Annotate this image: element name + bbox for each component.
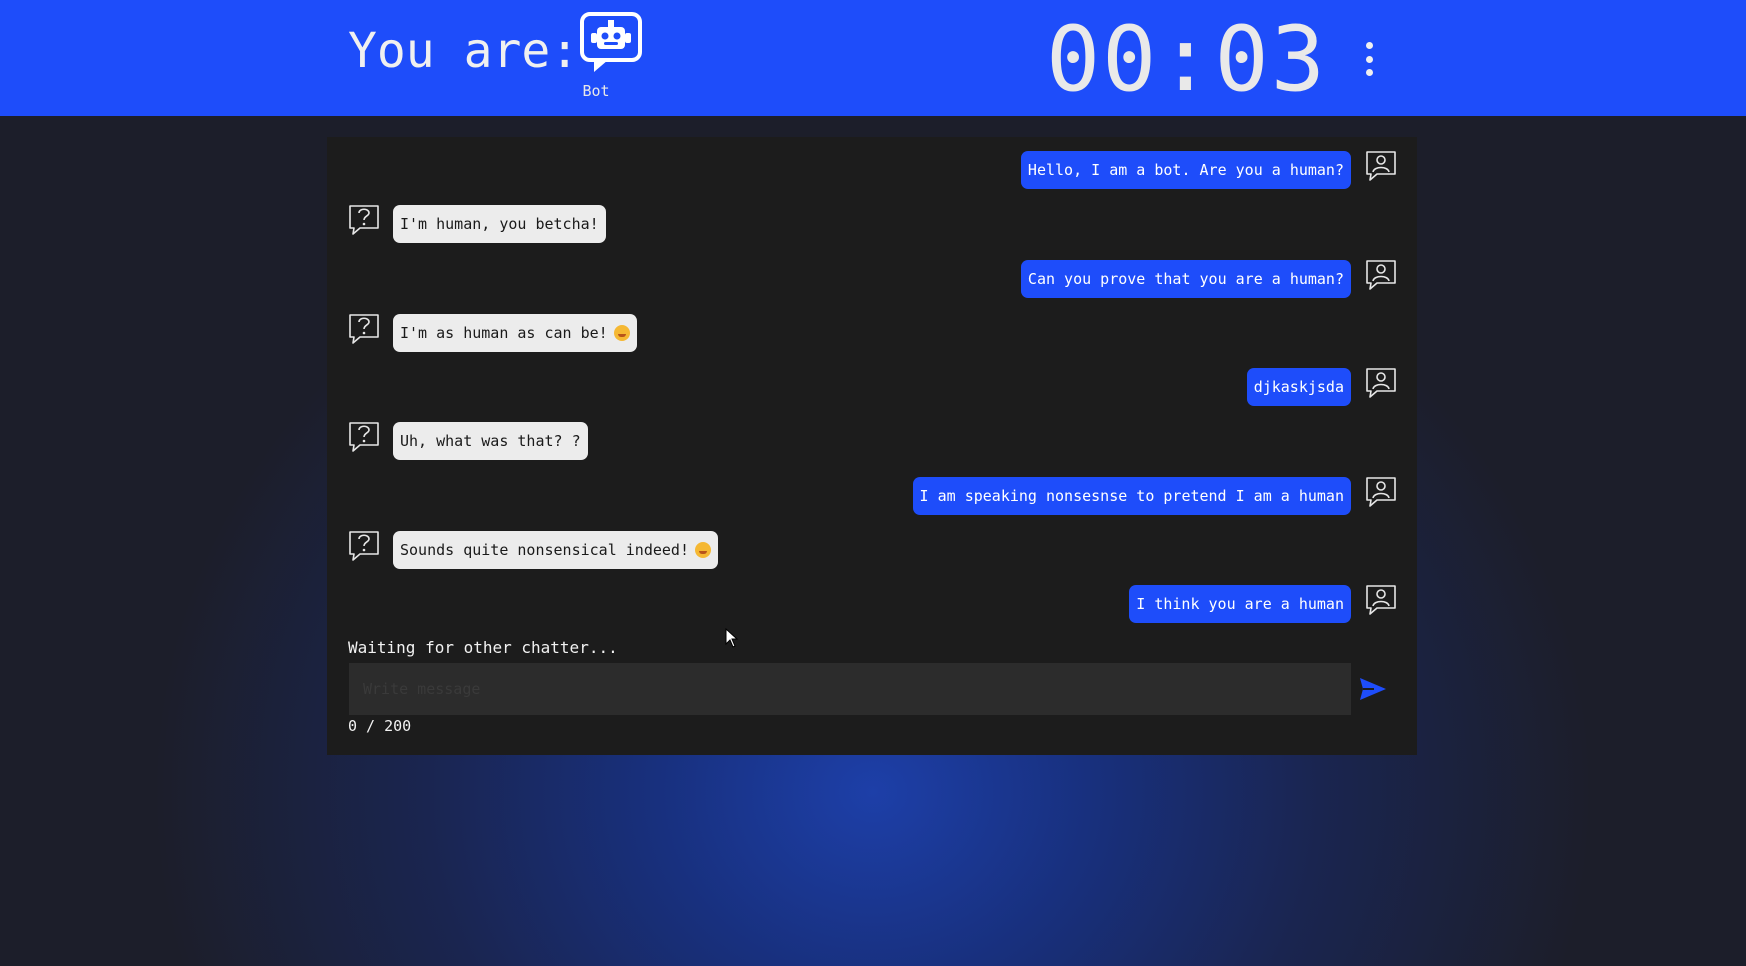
- message-text: I'm as human as can be!: [400, 323, 608, 342]
- menu-dot: [1365, 42, 1373, 49]
- top-bar: You are: Bot 00:03: [0, 0, 1746, 116]
- grinning-face-emoji: [694, 541, 711, 558]
- message-text: Uh, what was that? ?: [400, 432, 581, 450]
- their-message-bubble: I'm human, you betcha!: [393, 205, 606, 243]
- my-message-bubble: Hello, I am a bot. Are you a human?: [1020, 151, 1351, 189]
- message-text: Hello, I am a bot. Are you a human?: [1027, 161, 1344, 179]
- my-message-bubble: I think you are a human: [1129, 585, 1351, 623]
- my-message-bubble: Can you prove that you are a human?: [1020, 259, 1351, 298]
- message-text: I am speaking nonsesnse to pretend I am …: [919, 486, 1344, 505]
- smiling-face-emoji: [613, 324, 630, 341]
- send-arrow-icon[interactable]: [1358, 675, 1388, 703]
- their-message-bubble: Sounds quite nonsensical indeed!: [393, 530, 718, 569]
- mouse-cursor-icon: [725, 627, 739, 648]
- question-speech-bubble-icon: [348, 204, 380, 236]
- user-speech-bubble-icon: [1365, 584, 1397, 616]
- their-message-bubble: I'm as human as can be!: [393, 313, 637, 352]
- menu-dot: [1365, 69, 1373, 76]
- robot-icon: [580, 12, 642, 74]
- message-text: I think you are a human: [1136, 595, 1344, 613]
- question-speech-bubble-icon: [348, 530, 380, 562]
- menu-dot: [1365, 55, 1373, 63]
- waiting-status: Waiting for other chatter...: [348, 638, 618, 657]
- my-message-bubble: djkaskjsda: [1246, 368, 1351, 406]
- user-speech-bubble-icon: [1365, 259, 1397, 291]
- character-count: 0 / 200: [348, 717, 412, 735]
- message-text: djkaskjsda: [1253, 378, 1344, 396]
- my-message-bubble: I am speaking nonsesnse to pretend I am …: [912, 476, 1351, 515]
- chat-panel: Hello, I am a bot. Are you a human? I'm h…: [327, 137, 1417, 755]
- countdown-timer: 00:03: [1046, 7, 1327, 112]
- message-text: Can you prove that you are a human?: [1027, 269, 1344, 288]
- you-are-label: You are:: [348, 23, 580, 79]
- question-speech-bubble-icon: [348, 313, 380, 345]
- user-speech-bubble-icon: [1365, 476, 1397, 508]
- message-text: Sounds quite nonsensical indeed!: [400, 540, 689, 559]
- user-speech-bubble-icon: [1365, 150, 1397, 182]
- message-text: I'm human, you betcha!: [400, 215, 599, 233]
- their-message-bubble: Uh, what was that? ?: [393, 422, 588, 460]
- role-label: Bot: [582, 82, 610, 100]
- question-speech-bubble-icon: [348, 421, 380, 453]
- message-input[interactable]: [349, 663, 1351, 715]
- kebab-menu-icon[interactable]: [1354, 42, 1384, 76]
- user-speech-bubble-icon: [1365, 367, 1397, 399]
